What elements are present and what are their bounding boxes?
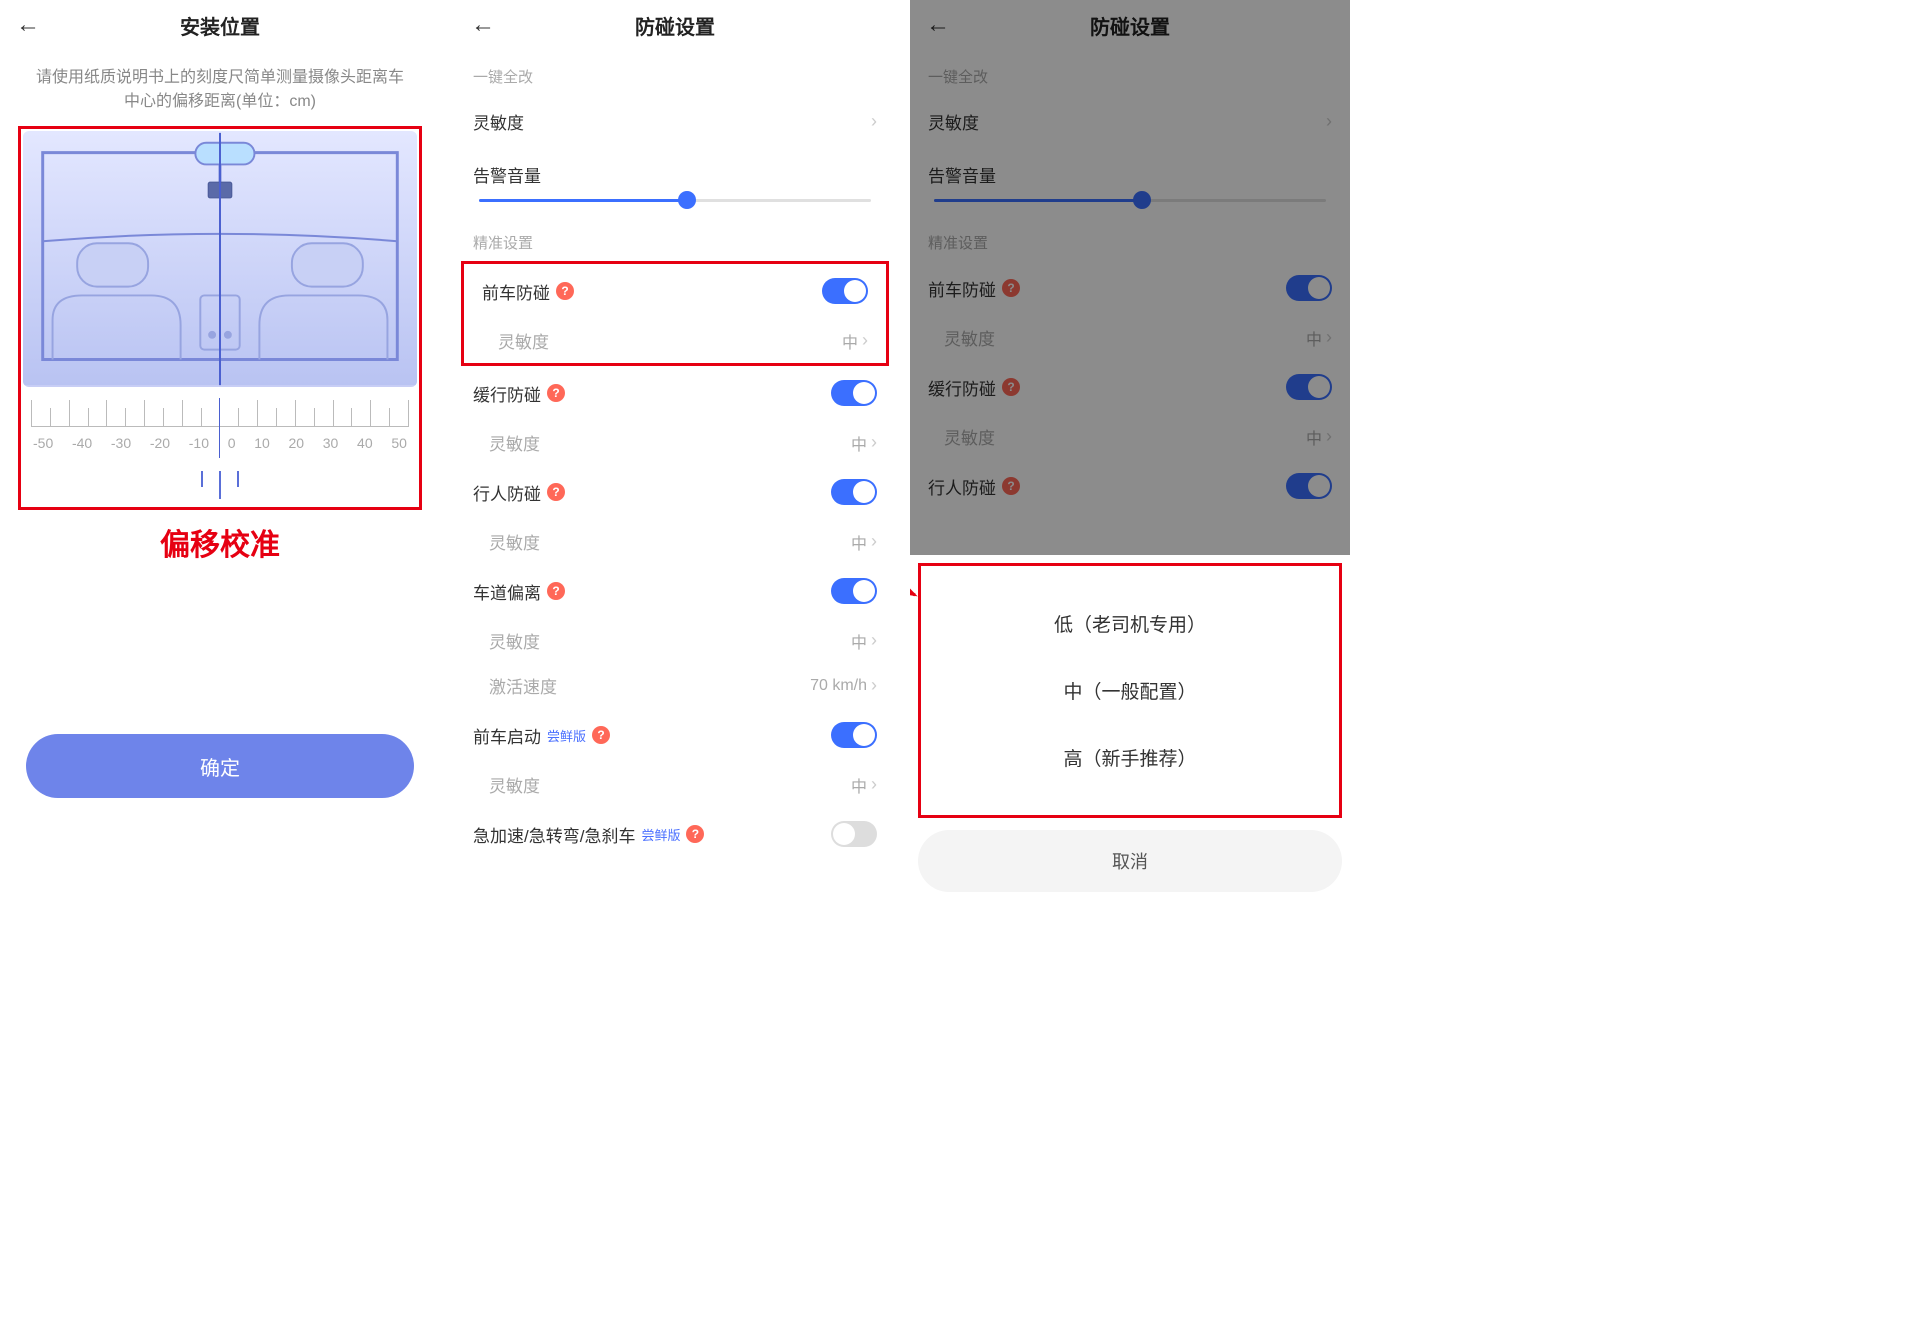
help-icon[interactable]: ? — [547, 483, 565, 501]
chevron-right-icon: › — [871, 432, 877, 453]
toggle-lane-departure[interactable] — [831, 578, 877, 604]
slider-indicator — [31, 471, 409, 499]
option-mid[interactable]: 中（一般配置） — [921, 657, 1339, 724]
header: ← 安装位置 — [0, 0, 440, 50]
chevron-right-icon: › — [871, 630, 877, 651]
help-icon[interactable]: ? — [592, 726, 610, 744]
toggle-front-start[interactable] — [831, 722, 877, 748]
ruler-ticks — [31, 399, 409, 427]
back-icon[interactable]: ← — [471, 11, 495, 39]
row-sensitivity-global[interactable]: 灵敏度 › — [455, 95, 895, 148]
row-lane-departure: 车道偏离? — [455, 564, 895, 618]
header: ← 防碰设置 — [455, 0, 895, 50]
chevron-right-icon: › — [871, 774, 877, 795]
instruction-text: 请使用纸质说明书上的刻度尺简单测量摄像头距离车中心的偏移距离(单位：cm) — [0, 50, 440, 126]
annotation-box-offset: -50-40-30-20-1001020304050 — [18, 126, 422, 510]
toggle-pedestrian[interactable] — [831, 479, 877, 505]
screen-collision-settings-sheet: ← 防碰设置 一键全改 灵敏度 › 告警音量 精准设置 前车防碰? 灵敏度 中›… — [910, 0, 1350, 900]
chevron-right-icon: › — [862, 330, 868, 351]
confirm-button[interactable]: 确定 — [26, 734, 414, 798]
sensitivity-action-sheet: 低（老司机专用） 中（一般配置） 高（新手推荐） 取消 — [910, 555, 1350, 900]
row-front-collision: 前车防碰? — [464, 264, 886, 318]
annotation-box-sheet-options: 低（老司机专用） 中（一般配置） 高（新手推荐） — [918, 563, 1342, 818]
screen-collision-settings: ← 防碰设置 一键全改 灵敏度 › 告警音量 精准设置 前车防碰? 灵敏度 中›… — [455, 0, 895, 900]
row-front-collision-sens[interactable]: 灵敏度 中› — [464, 318, 886, 363]
volume-slider[interactable] — [455, 191, 895, 216]
row-slow-collision: 缓行防碰? — [455, 366, 895, 420]
beta-tag: 尝鲜版 — [641, 825, 680, 844]
chevron-right-icon: › — [871, 111, 877, 132]
row-pedestrian-sens[interactable]: 灵敏度 中› — [455, 519, 895, 564]
toggle-slow-collision[interactable] — [831, 380, 877, 406]
beta-tag: 尝鲜版 — [547, 726, 586, 745]
toggle-sudden[interactable] — [831, 821, 877, 847]
row-volume: 告警音量 — [455, 148, 895, 191]
row-sudden: 急加速/急转弯/急刹车尝鲜版? — [455, 807, 895, 861]
help-icon[interactable]: ? — [556, 282, 574, 300]
option-high[interactable]: 高（新手推荐） — [921, 724, 1339, 791]
annotation-box-front-collision: 前车防碰? 灵敏度 中› — [461, 261, 889, 366]
modal-dimmer[interactable] — [910, 0, 1350, 590]
row-pedestrian: 行人防碰? — [455, 465, 895, 519]
help-icon[interactable]: ? — [686, 825, 704, 843]
toggle-front-collision[interactable] — [822, 278, 868, 304]
page-title: 安装位置 — [180, 11, 260, 40]
cancel-button[interactable]: 取消 — [918, 830, 1342, 892]
offset-ruler[interactable]: -50-40-30-20-1001020304050 — [21, 389, 419, 499]
car-illustration — [23, 131, 417, 387]
screen-install-position: ← 安装位置 请使用纸质说明书上的刻度尺简单测量摄像头距离车中心的偏移距离(单位… — [0, 0, 440, 900]
row-lane-departure-sens[interactable]: 灵敏度 中› — [455, 618, 895, 663]
annotation-label-offset: 偏移校准 — [0, 520, 440, 564]
row-lane-departure-speed[interactable]: 激活速度 70 km/h› — [455, 663, 895, 708]
back-icon[interactable]: ← — [16, 11, 40, 39]
row-front-start: 前车启动尝鲜版? — [455, 708, 895, 762]
section-quick: 一键全改 — [455, 50, 895, 95]
row-front-start-sens[interactable]: 灵敏度 中› — [455, 762, 895, 807]
section-precise: 精准设置 — [455, 216, 895, 261]
help-icon[interactable]: ? — [547, 384, 565, 402]
chevron-right-icon: › — [871, 531, 877, 552]
chevron-right-icon: › — [871, 675, 877, 696]
page-title: 防碰设置 — [635, 11, 715, 40]
row-slow-collision-sens[interactable]: 灵敏度 中› — [455, 420, 895, 465]
help-icon[interactable]: ? — [547, 582, 565, 600]
option-low[interactable]: 低（老司机专用） — [921, 590, 1339, 657]
